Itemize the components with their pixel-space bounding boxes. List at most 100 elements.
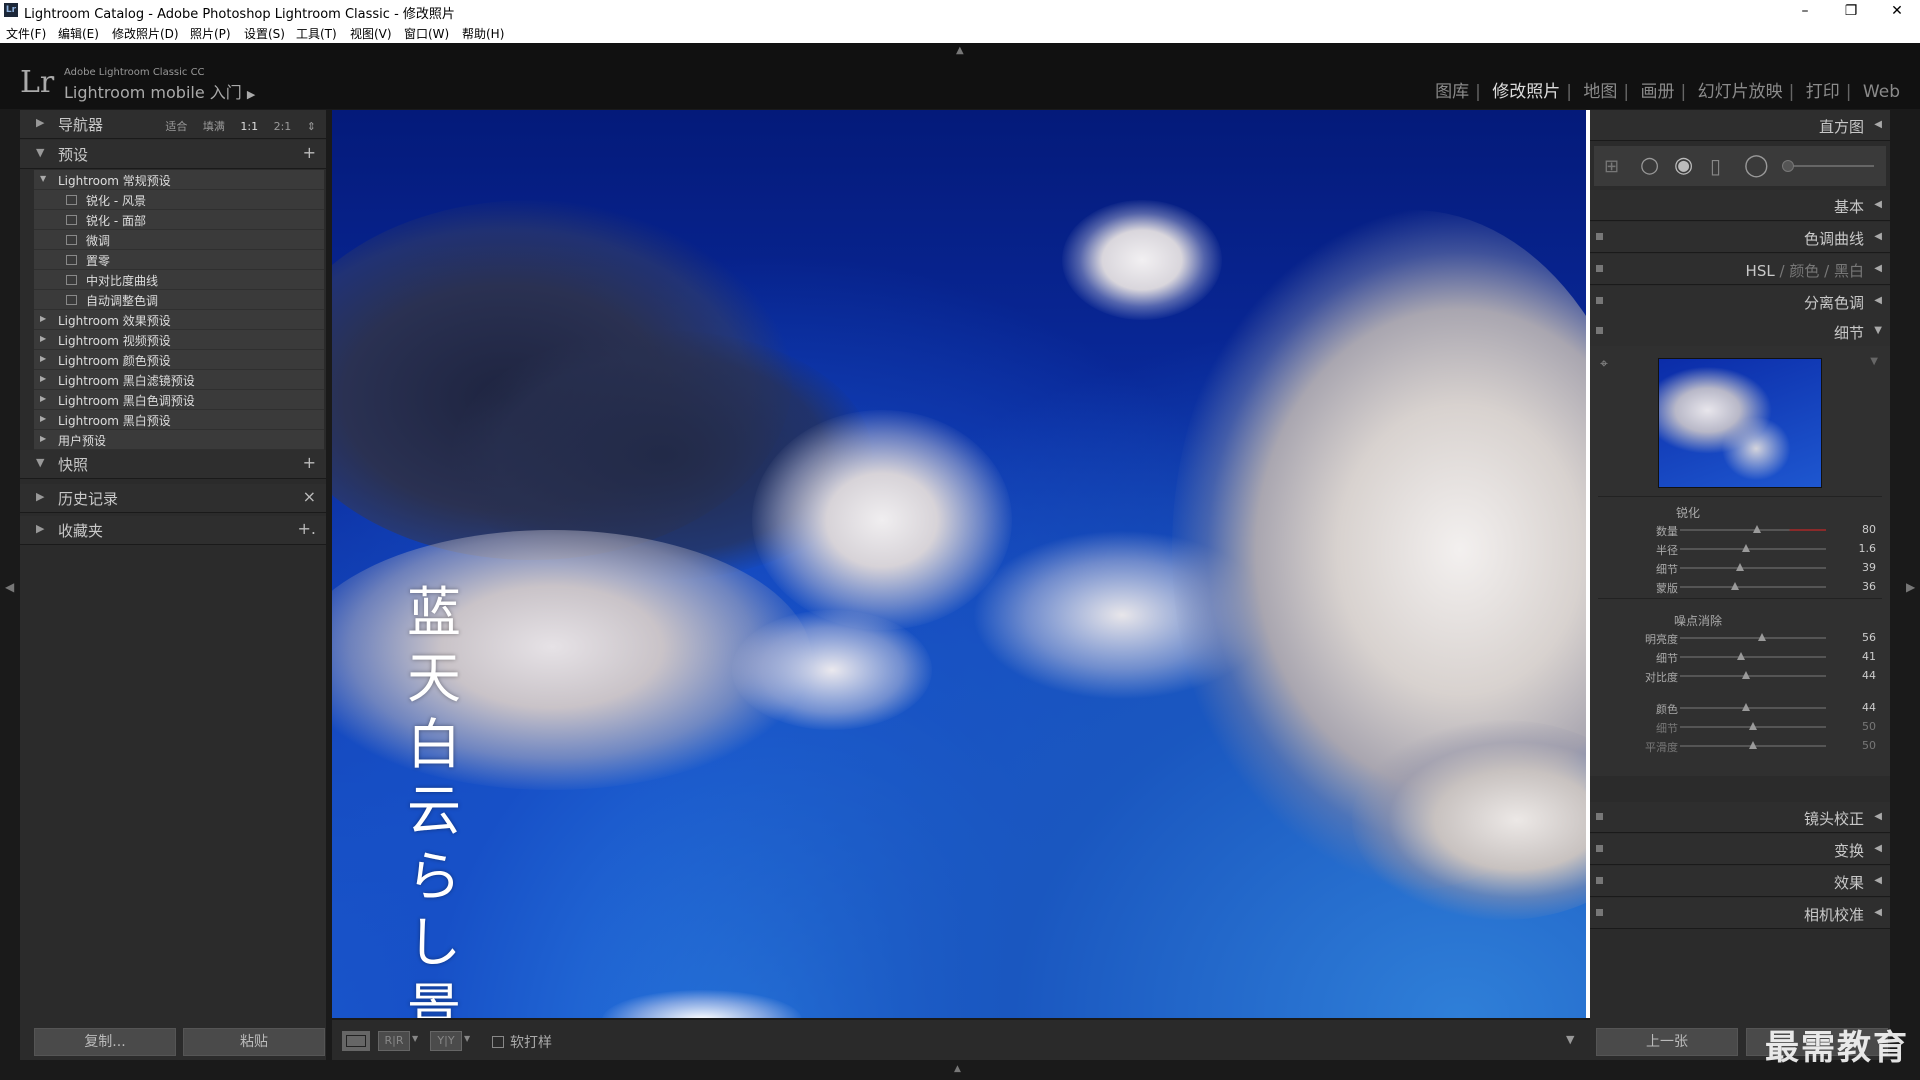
- preset-item[interactable]: 自动调整色调: [34, 290, 324, 310]
- menu-develop[interactable]: 修改照片(D): [112, 25, 179, 42]
- crop-tool-icon[interactable]: ⊞: [1604, 156, 1619, 177]
- menu-tools[interactable]: 工具(T): [296, 25, 337, 42]
- zoom-fill[interactable]: 填满: [203, 120, 225, 133]
- preset-group-video[interactable]: ▶ Lightroom 视频预设: [34, 330, 324, 350]
- noise-slider-track[interactable]: [1680, 741, 1826, 749]
- panel-switch-icon[interactable]: [1596, 813, 1603, 820]
- menu-window[interactable]: 窗口(W): [404, 25, 449, 42]
- panel-switch-icon[interactable]: [1596, 845, 1603, 852]
- noise-slider-value[interactable]: 44: [1862, 669, 1876, 682]
- zoom-fit[interactable]: 适合: [165, 120, 187, 133]
- module-library[interactable]: 图库: [1435, 82, 1469, 102]
- noise-slider-value[interactable]: 56: [1862, 631, 1876, 644]
- before-after-split-icon[interactable]: Y|Y: [430, 1031, 462, 1051]
- close-button[interactable]: ✕: [1874, 0, 1920, 22]
- previous-button[interactable]: 上一张: [1596, 1028, 1738, 1056]
- noise-slider-thumb[interactable]: [1749, 722, 1757, 730]
- menu-file[interactable]: 文件(F): [6, 25, 46, 42]
- preset-group-general[interactable]: ▼ Lightroom 常规预设: [34, 170, 324, 190]
- noise-slider-value[interactable]: 41: [1862, 650, 1876, 663]
- navigator-header[interactable]: ▶ 导航器 适合 填满 1:1 2:1 ⇕: [20, 110, 326, 139]
- color-tab[interactable]: 颜色: [1789, 262, 1819, 280]
- transform-header[interactable]: 变换 ◀: [1590, 834, 1890, 865]
- tone-curve-header[interactable]: 色调曲线 ◀: [1590, 222, 1890, 253]
- sharpening-slider-value[interactable]: 80: [1862, 523, 1876, 536]
- paste-settings-button[interactable]: 粘贴: [183, 1028, 325, 1056]
- soft-proofing-checkbox[interactable]: 软打样: [492, 1032, 552, 1052]
- target-adjust-icon[interactable]: ⌖: [1600, 356, 1608, 372]
- brush-slider[interactable]: [1782, 160, 1874, 172]
- noise-slider-track[interactable]: [1680, 703, 1826, 711]
- filmstrip-toggle-icon[interactable]: ▲: [954, 1064, 961, 1074]
- hsl-tab[interactable]: HSL: [1746, 262, 1775, 280]
- right-panel-toggle-icon[interactable]: ▶: [1906, 580, 1915, 594]
- sharpening-slider-track[interactable]: [1680, 544, 1826, 552]
- module-book[interactable]: 画册: [1641, 82, 1675, 102]
- panel-switch-icon[interactable]: [1596, 327, 1603, 334]
- history-header[interactable]: ▶ 历史记录 ×: [20, 484, 326, 513]
- loupe-view-icon[interactable]: [342, 1031, 370, 1051]
- detail-header[interactable]: 细节 ▼: [1590, 316, 1890, 347]
- toolbar-menu-arrow-icon[interactable]: ▼: [1566, 1033, 1574, 1046]
- menu-help[interactable]: 帮助(H): [462, 25, 504, 42]
- collapse-top-arrow[interactable]: ▲: [956, 45, 964, 56]
- panel-switch-icon[interactable]: [1596, 297, 1603, 304]
- noise-slider-value[interactable]: 50: [1862, 739, 1876, 752]
- hsl-header[interactable]: HSL / 颜色 / 黑白 ◀: [1590, 254, 1890, 285]
- left-panel-toggle-icon[interactable]: ◀: [5, 580, 14, 594]
- identity-plate[interactable]: Lightroom mobile 入门 ▶: [64, 79, 255, 103]
- collections-header[interactable]: ▶ 收藏夹 +.: [20, 516, 326, 545]
- panel-switch-icon[interactable]: [1596, 877, 1603, 884]
- menu-photo[interactable]: 照片(P): [190, 25, 231, 42]
- detail-preview[interactable]: [1658, 358, 1822, 488]
- lens-correction-header[interactable]: 镜头校正 ◀: [1590, 802, 1890, 833]
- noise-slider-track[interactable]: [1680, 633, 1826, 641]
- dropdown-arrow-icon[interactable]: ▼: [412, 1034, 418, 1043]
- bw-tab[interactable]: 黑白: [1834, 262, 1864, 280]
- menu-edit[interactable]: 编辑(E): [58, 25, 99, 42]
- graduated-filter-icon[interactable]: ▯: [1710, 154, 1721, 178]
- sharpening-slider-track[interactable]: [1680, 525, 1826, 533]
- preset-group-bw[interactable]: ▶ Lightroom 黑白预设: [34, 410, 324, 430]
- sharpening-slider-value[interactable]: 39: [1862, 561, 1876, 574]
- before-after-icon[interactable]: R|R: [378, 1031, 410, 1051]
- sharpening-slider-thumb[interactable]: [1741, 544, 1750, 552]
- sharpening-slider-thumb[interactable]: [1731, 582, 1740, 590]
- preset-group-user[interactable]: ▶ 用户预设: [34, 430, 324, 450]
- preset-group-bw-filter[interactable]: ▶ Lightroom 黑白滤镜预设: [34, 370, 324, 390]
- noise-slider-value[interactable]: 44: [1862, 701, 1876, 714]
- preset-group-bw-toned[interactable]: ▶ Lightroom 黑白色调预设: [34, 390, 324, 410]
- snapshots-header[interactable]: ▼ 快照 +: [20, 450, 326, 479]
- noise-slider-thumb[interactable]: [1737, 652, 1746, 660]
- preset-item[interactable]: 锐化 - 风景: [34, 190, 324, 210]
- panel-switch-icon[interactable]: [1596, 265, 1603, 272]
- preset-item[interactable]: 微调: [34, 230, 324, 250]
- clear-history-icon[interactable]: ×: [303, 487, 316, 506]
- sharpening-slider-track[interactable]: [1680, 563, 1826, 571]
- preset-group-effects[interactable]: ▶ Lightroom 效果预设: [34, 310, 324, 330]
- sharpening-slider-value[interactable]: 36: [1862, 580, 1876, 593]
- effects-header[interactable]: 效果 ◀: [1590, 866, 1890, 897]
- module-map[interactable]: 地图: [1583, 82, 1617, 102]
- noise-slider-thumb[interactable]: [1741, 671, 1750, 679]
- red-eye-icon[interactable]: ◉: [1674, 153, 1693, 178]
- add-snapshot-icon[interactable]: +: [303, 453, 316, 472]
- noise-slider-track[interactable]: [1680, 652, 1826, 660]
- module-slideshow[interactable]: 幻灯片放映: [1698, 82, 1783, 102]
- add-preset-icon[interactable]: +: [303, 143, 316, 162]
- noise-slider-value[interactable]: 50: [1862, 720, 1876, 733]
- sharpening-slider-value[interactable]: 1.6: [1859, 542, 1877, 555]
- copy-settings-button[interactable]: 复制...: [34, 1028, 176, 1056]
- spot-removal-icon[interactable]: ○: [1640, 153, 1659, 178]
- zoom-1-1[interactable]: 1:1: [240, 120, 258, 133]
- noise-slider-track[interactable]: [1680, 722, 1826, 730]
- sharpening-slider-track[interactable]: [1680, 582, 1826, 590]
- zoom-2-1[interactable]: 2:1: [274, 120, 292, 133]
- preset-item[interactable]: 中对比度曲线: [34, 270, 324, 290]
- noise-slider-thumb[interactable]: [1749, 741, 1757, 749]
- sharpening-slider-thumb[interactable]: [1735, 563, 1744, 571]
- split-toning-header[interactable]: 分离色调 ◀: [1590, 286, 1890, 317]
- module-web[interactable]: Web: [1863, 82, 1900, 102]
- panel-switch-icon[interactable]: [1596, 233, 1603, 240]
- menu-settings[interactable]: 设置(S): [244, 25, 285, 42]
